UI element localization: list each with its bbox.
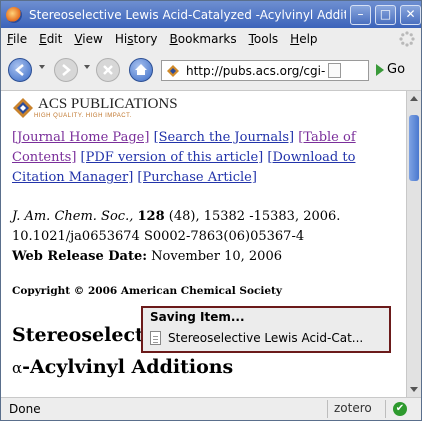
title-bar: Stereoselective Lewis Acid-Catalyzed -Ac… — [1, 1, 421, 28]
url-text[interactable]: http://pubs.acs.org/cgi- — [186, 64, 326, 78]
popup-title: Saving Item... — [150, 310, 245, 324]
minimize-button[interactable]: – — [350, 4, 371, 25]
menu-help[interactable]: Help — [284, 32, 323, 46]
navigation-toolbar: http://pubs.acs.org/cgi- Go — [1, 50, 421, 91]
back-history-dropdown[interactable] — [39, 65, 45, 69]
close-button[interactable]: ✕ — [400, 4, 421, 25]
check-icon[interactable]: ✔ — [393, 402, 407, 416]
back-button[interactable] — [8, 58, 32, 82]
throbber-icon — [399, 31, 415, 47]
journal-home-link[interactable]: [Journal Home Page] — [12, 130, 149, 145]
saving-item-title: Stereoselective Lewis Acid-Cat... — [168, 331, 364, 345]
status-text: Done — [9, 402, 41, 416]
search-journals-link[interactable]: [Search the Journals] — [154, 130, 295, 145]
purchase-article-link[interactable]: [Purchase Article] — [137, 170, 257, 185]
stop-icon — [103, 65, 113, 75]
firefox-icon — [6, 6, 22, 23]
menu-mnemonic: V — [74, 32, 83, 46]
forward-button[interactable] — [54, 58, 78, 82]
go-label: Go — [387, 62, 406, 77]
release-line: Web Release Date: November 10, 2006 — [12, 247, 402, 267]
menu-mnemonic: H — [290, 32, 300, 46]
maximize-button[interactable]: □ — [375, 4, 396, 25]
status-separator — [327, 400, 328, 418]
release-label: Web Release Date: — [12, 249, 148, 264]
logo-name: ACS PUBLICATIONS — [38, 96, 178, 112]
pdf-version-link[interactable]: [PDF version of this article] — [81, 150, 264, 165]
article-links: [Journal Home Page] [Search the Journals… — [12, 128, 402, 188]
release-date: November 10, 2006 — [147, 249, 282, 264]
menu-file[interactable]: File — [1, 32, 33, 46]
menu-mnemonic: T — [248, 32, 254, 46]
vertical-scrollbar[interactable] — [406, 91, 421, 397]
menu-tools[interactable]: Tools — [243, 32, 285, 46]
menu-bar: File Edit View History Bookmarks Tools H… — [1, 28, 421, 50]
article-title-line2: α-Acylvinyl Additions — [12, 351, 233, 384]
home-button[interactable] — [129, 58, 153, 82]
go-button[interactable]: Go — [376, 62, 405, 77]
zotero-status-button[interactable]: zotero — [334, 401, 372, 415]
menu-mnemonic: F — [7, 32, 14, 46]
back-arrow-icon — [15, 64, 24, 76]
browser-window: Stereoselective Lewis Acid-Catalyzed -Ac… — [0, 0, 422, 421]
forward-arrow-icon — [62, 64, 71, 76]
document-icon — [150, 331, 161, 345]
acs-site-icon — [167, 64, 179, 77]
status-bar: Done zotero ✔ — [1, 397, 421, 420]
journal-name: J. Am. Chem. Soc., — [12, 209, 134, 224]
saving-item: Stereoselective Lewis Acid-Cat... — [150, 331, 363, 345]
citation: J. Am. Chem. Soc., 128 (48), 15382 -1538… — [12, 207, 402, 267]
article-title-line2-text: -Acylvinyl Additions — [22, 356, 234, 378]
acs-logo-mark-icon — [13, 98, 33, 118]
menu-history[interactable]: History — [109, 32, 164, 46]
menu-view[interactable]: View — [68, 32, 108, 46]
url-bar[interactable]: http://pubs.acs.org/cgi- — [161, 60, 369, 81]
menu-bookmarks[interactable]: Bookmarks — [164, 32, 243, 46]
scroll-down-arrow[interactable] — [410, 387, 418, 392]
logo-tagline: HIGH QUALITY. HIGH IMPACT. — [34, 113, 132, 119]
zotero-saving-popup: Saving Item... Stereoselective Lewis Aci… — [141, 306, 391, 353]
status-separator — [385, 400, 386, 418]
menu-edit[interactable]: Edit — [33, 32, 68, 46]
scrollbar-thumb[interactable] — [409, 115, 419, 181]
copyright: Copyright © 2006 American Chemical Socie… — [12, 285, 282, 297]
menu-mnemonic: E — [39, 32, 47, 46]
menu-mnemonic: B — [169, 32, 178, 46]
home-icon — [135, 64, 147, 75]
go-arrow-icon — [376, 63, 384, 76]
citation-line: J. Am. Chem. Soc., 128 (48), 15382 -1538… — [12, 207, 402, 227]
page-icon[interactable] — [328, 63, 341, 78]
volume: 128 — [137, 209, 165, 224]
alpha-symbol: α — [12, 359, 23, 377]
forward-history-dropdown[interactable] — [84, 65, 90, 69]
issue-pages: (48), 15382 -15383, 2006. — [164, 209, 341, 224]
doi-line: 10.1021/ja0653674 S0002-7863(06)05367-4 — [12, 229, 305, 244]
window-title: Stereoselective Lewis Acid-Catalyzed -Ac… — [29, 7, 346, 22]
menu-mnemonic: s — [127, 32, 134, 46]
scroll-up-arrow[interactable] — [410, 96, 418, 101]
acs-logo[interactable]: ACS PUBLICATIONS HIGH QUALITY. HIGH IMPA… — [12, 97, 178, 120]
stop-button[interactable] — [96, 58, 120, 82]
